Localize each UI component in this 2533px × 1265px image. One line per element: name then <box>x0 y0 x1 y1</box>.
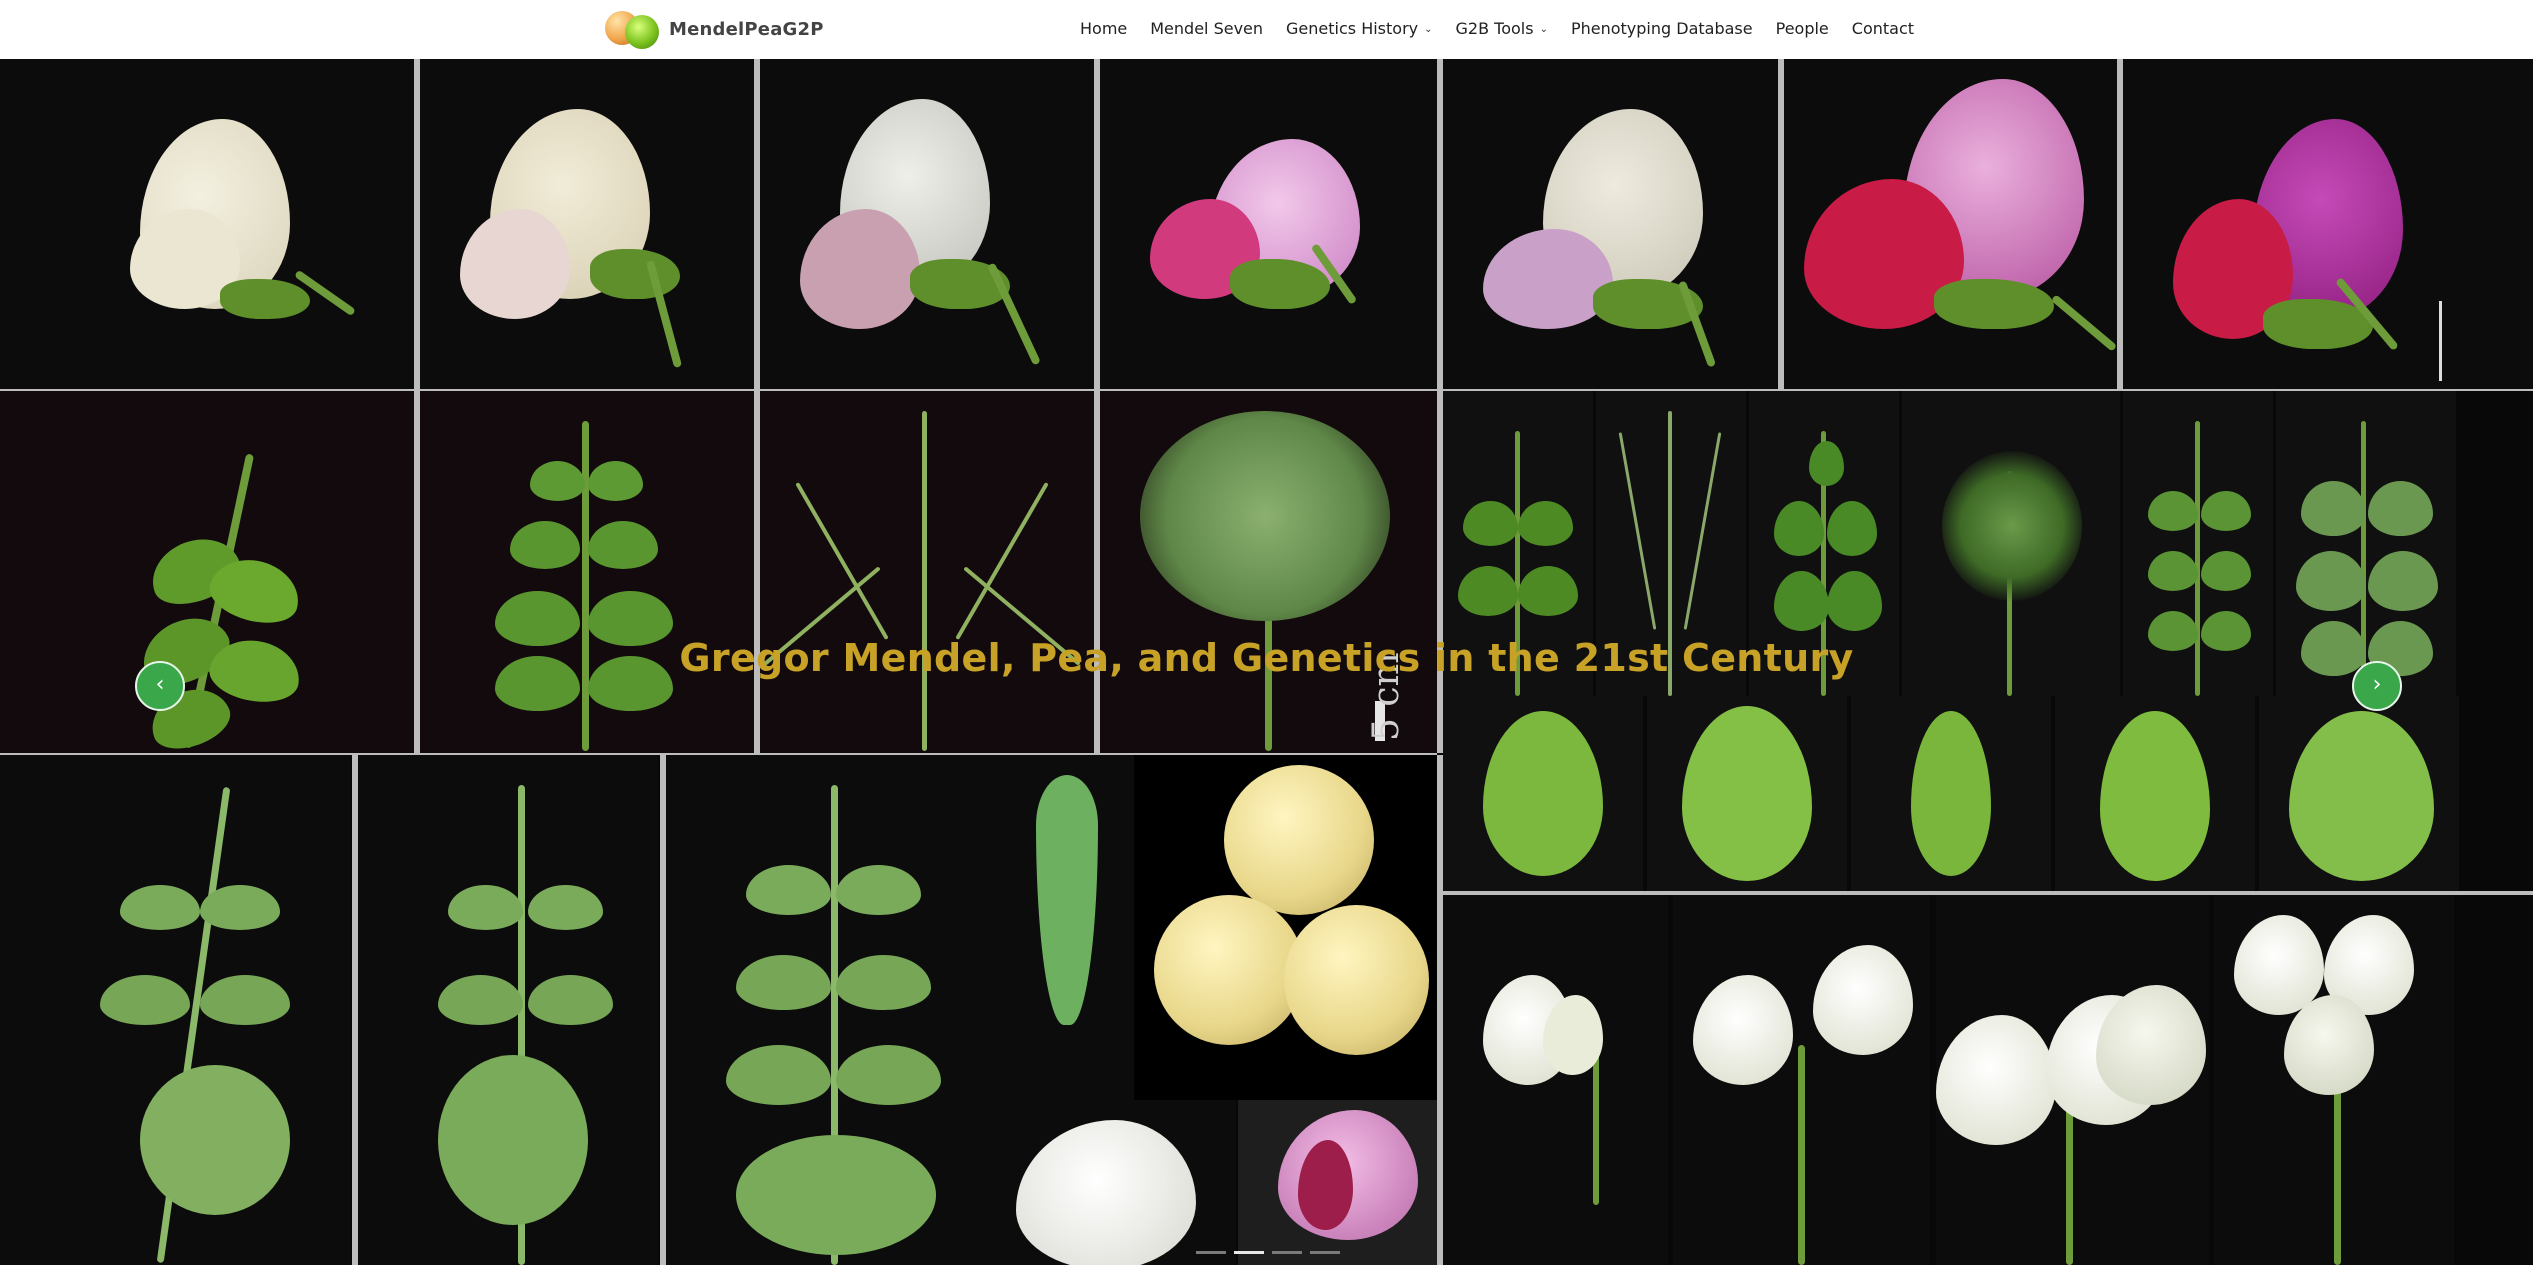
nav-item-people[interactable]: People <box>1776 19 1829 38</box>
carousel-prev-button[interactable]: ‹ <box>135 661 185 711</box>
photo-white-flower-2 <box>420 59 754 389</box>
nav-label: Mendel Seven <box>1150 18 1264 38</box>
photo-pea-pod <box>996 755 1134 1100</box>
carousel-indicator-4[interactable] <box>1310 1251 1340 1254</box>
nav-item-contact[interactable]: Contact <box>1852 19 1914 38</box>
photo-lilac-flower <box>1443 59 1778 389</box>
photo-white-flower-stem-2 <box>1673 895 1930 1265</box>
chevron-down-icon: ⌄ <box>1424 23 1433 35</box>
hero-slider: 5 cm Gregor Mendel, Pea, and Genetics in… <box>0 59 2533 1265</box>
photo-magenta-flower <box>2123 59 2533 389</box>
photo-leaf-tendrils <box>0 391 414 753</box>
nav-item-g2b-tools[interactable]: G2B Tools ⌄ <box>1456 19 1548 38</box>
photo-tendril-leaf <box>760 391 1094 753</box>
chevron-left-icon: ‹ <box>155 672 165 697</box>
pea-logo-icon <box>605 9 663 49</box>
carousel-indicator-3[interactable] <box>1272 1251 1302 1254</box>
photo-pea-seeds <box>1134 755 1437 1100</box>
site-logo-link[interactable]: MendelPeaG2P <box>605 9 824 49</box>
photo-big-leaf-2 <box>1647 696 1847 891</box>
nav-item-mendel-seven[interactable]: Mendel Seven <box>1150 19 1263 38</box>
nav-item-genetics-history[interactable]: Genetics History ⌄ <box>1286 19 1432 38</box>
chevron-down-icon: ⌄ <box>1539 23 1548 35</box>
photo-stem-1 <box>0 755 350 1265</box>
nav-label: Home <box>1080 18 1128 38</box>
site-name: MendelPeaG2P <box>669 18 824 40</box>
photo-white-flower-stem-3 <box>1936 895 2209 1265</box>
photo-pink-white-flower <box>760 59 1094 389</box>
main-nav: Home Mendel Seven Genetics History ⌄ G2B … <box>1080 0 1914 56</box>
carousel-indicator-2[interactable] <box>1234 1251 1264 1254</box>
nav-label: Phenotyping Database <box>1570 18 1753 38</box>
nav-label: G2B Tools <box>1455 18 1534 38</box>
photo-white-flower-closeup <box>996 1100 1236 1265</box>
carousel-next-button[interactable]: › <box>2352 661 2402 711</box>
carousel-indicators <box>1196 1251 1348 1254</box>
carousel-indicator-1[interactable] <box>1196 1251 1226 1254</box>
nav-item-home[interactable]: Home <box>1080 19 1127 38</box>
photo-red-purple-flower <box>1784 59 2117 389</box>
photo-big-leaf-5 <box>2259 696 2459 891</box>
nav-label: Contact <box>1851 18 1915 38</box>
nav-item-phenotyping-database[interactable]: Phenotyping Database <box>1571 19 1753 38</box>
photo-big-leaf-1 <box>1443 696 1643 891</box>
photo-white-flower-1 <box>0 59 414 389</box>
site-header: MendelPeaG2P Home Mendel Seven Genetics … <box>0 0 2533 59</box>
photo-stem-3 <box>666 755 996 1265</box>
photo-big-leaf-3 <box>1851 696 2051 891</box>
photo-white-flower-stem-1 <box>1443 895 1668 1265</box>
photo-bicolor-flower-closeup <box>1238 1100 1437 1265</box>
photo-pink-flower <box>1100 59 1437 389</box>
hero-title: Gregor Mendel, Pea, and Genetics in the … <box>679 636 1854 680</box>
photo-leaf-leaflets <box>420 391 754 753</box>
nav-label: People <box>1775 18 1829 38</box>
chevron-right-icon: › <box>2372 672 2382 697</box>
nav-label: Genetics History <box>1286 18 1419 38</box>
photo-white-flower-stem-4 <box>2214 895 2454 1265</box>
photo-stem-2 <box>358 755 658 1265</box>
photo-big-leaf-4 <box>2055 696 2255 891</box>
